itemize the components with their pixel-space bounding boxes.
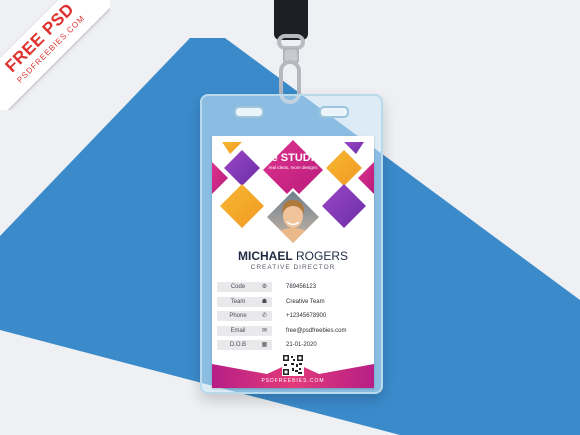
detail-label-pill: Phone ✆	[217, 311, 272, 321]
envelope-icon: ✉	[261, 327, 268, 334]
detail-label: Code	[230, 284, 246, 290]
detail-value: free@psdfreebies.com	[286, 327, 347, 334]
brand-tagline: real ideas, more designs	[268, 165, 318, 170]
detail-row-email: Email ✉ free@psdfreebies.com	[217, 324, 369, 339]
details-list: Code ⚙ 789456123 Team ☗ Creative Team Ph…	[217, 280, 369, 353]
first-name: MICHAEL	[237, 249, 293, 263]
detail-label-pill: Email ✉	[217, 325, 272, 336]
person-name: MICHAEL ROGERS	[212, 249, 374, 263]
detail-row-code: Code ⚙ 789456123	[217, 280, 369, 295]
detail-label: Email	[230, 327, 246, 334]
gear-icon: ⚙	[261, 284, 268, 290]
footer-website: PSDFREEBIES.COM	[261, 378, 325, 384]
detail-label: Phone	[229, 313, 247, 319]
qr-code	[282, 354, 304, 376]
profile-photo	[267, 191, 319, 243]
calendar-icon: ▦	[261, 342, 268, 348]
job-title: CREATIVE DIRECTOR	[250, 264, 336, 271]
mockup-scene: FREE PSD PSDFREEBIES.COM Bē STUDIO real …	[0, 0, 580, 435]
free-psd-badge: FREE PSD PSDFREEBIES.COM	[0, 0, 110, 110]
brand-logo: Bē STUDIO real ideas, more designs	[212, 152, 374, 171]
detail-row-phone: Phone ✆ +12345678900	[217, 309, 369, 324]
detail-label-pill: D.O.B ▦	[217, 340, 272, 350]
id-card: Bē STUDIO real ideas, more designs MICHA…	[212, 136, 374, 388]
last-name: ROGERS	[296, 249, 349, 263]
detail-label: Team	[230, 298, 246, 305]
detail-label-pill: Code ⚙	[217, 282, 272, 292]
detail-value: Creative Team	[286, 298, 325, 305]
holder-slot-right	[319, 106, 349, 118]
phone-icon: ✆	[261, 313, 268, 319]
diamond-right-bottom	[322, 184, 366, 228]
detail-value: 21-01-2020	[286, 342, 317, 348]
detail-row-dob: D.O.B ▦ 21-01-2020	[217, 338, 369, 353]
brand-name: Bē STUDIO	[263, 152, 323, 164]
team-icon: ☗	[261, 298, 268, 305]
detail-label: D.O.B	[229, 342, 247, 348]
detail-label-pill: Team ☗	[217, 296, 272, 307]
detail-row-team: Team ☗ Creative Team	[217, 295, 369, 310]
detail-value: +12345678900	[286, 313, 327, 319]
diamond-left-bottom	[220, 184, 264, 228]
badge-ribbon: FREE PSD PSDFREEBIES.COM	[0, 0, 110, 110]
detail-value: 789456123	[286, 284, 317, 290]
holder-slot-left	[234, 106, 264, 118]
